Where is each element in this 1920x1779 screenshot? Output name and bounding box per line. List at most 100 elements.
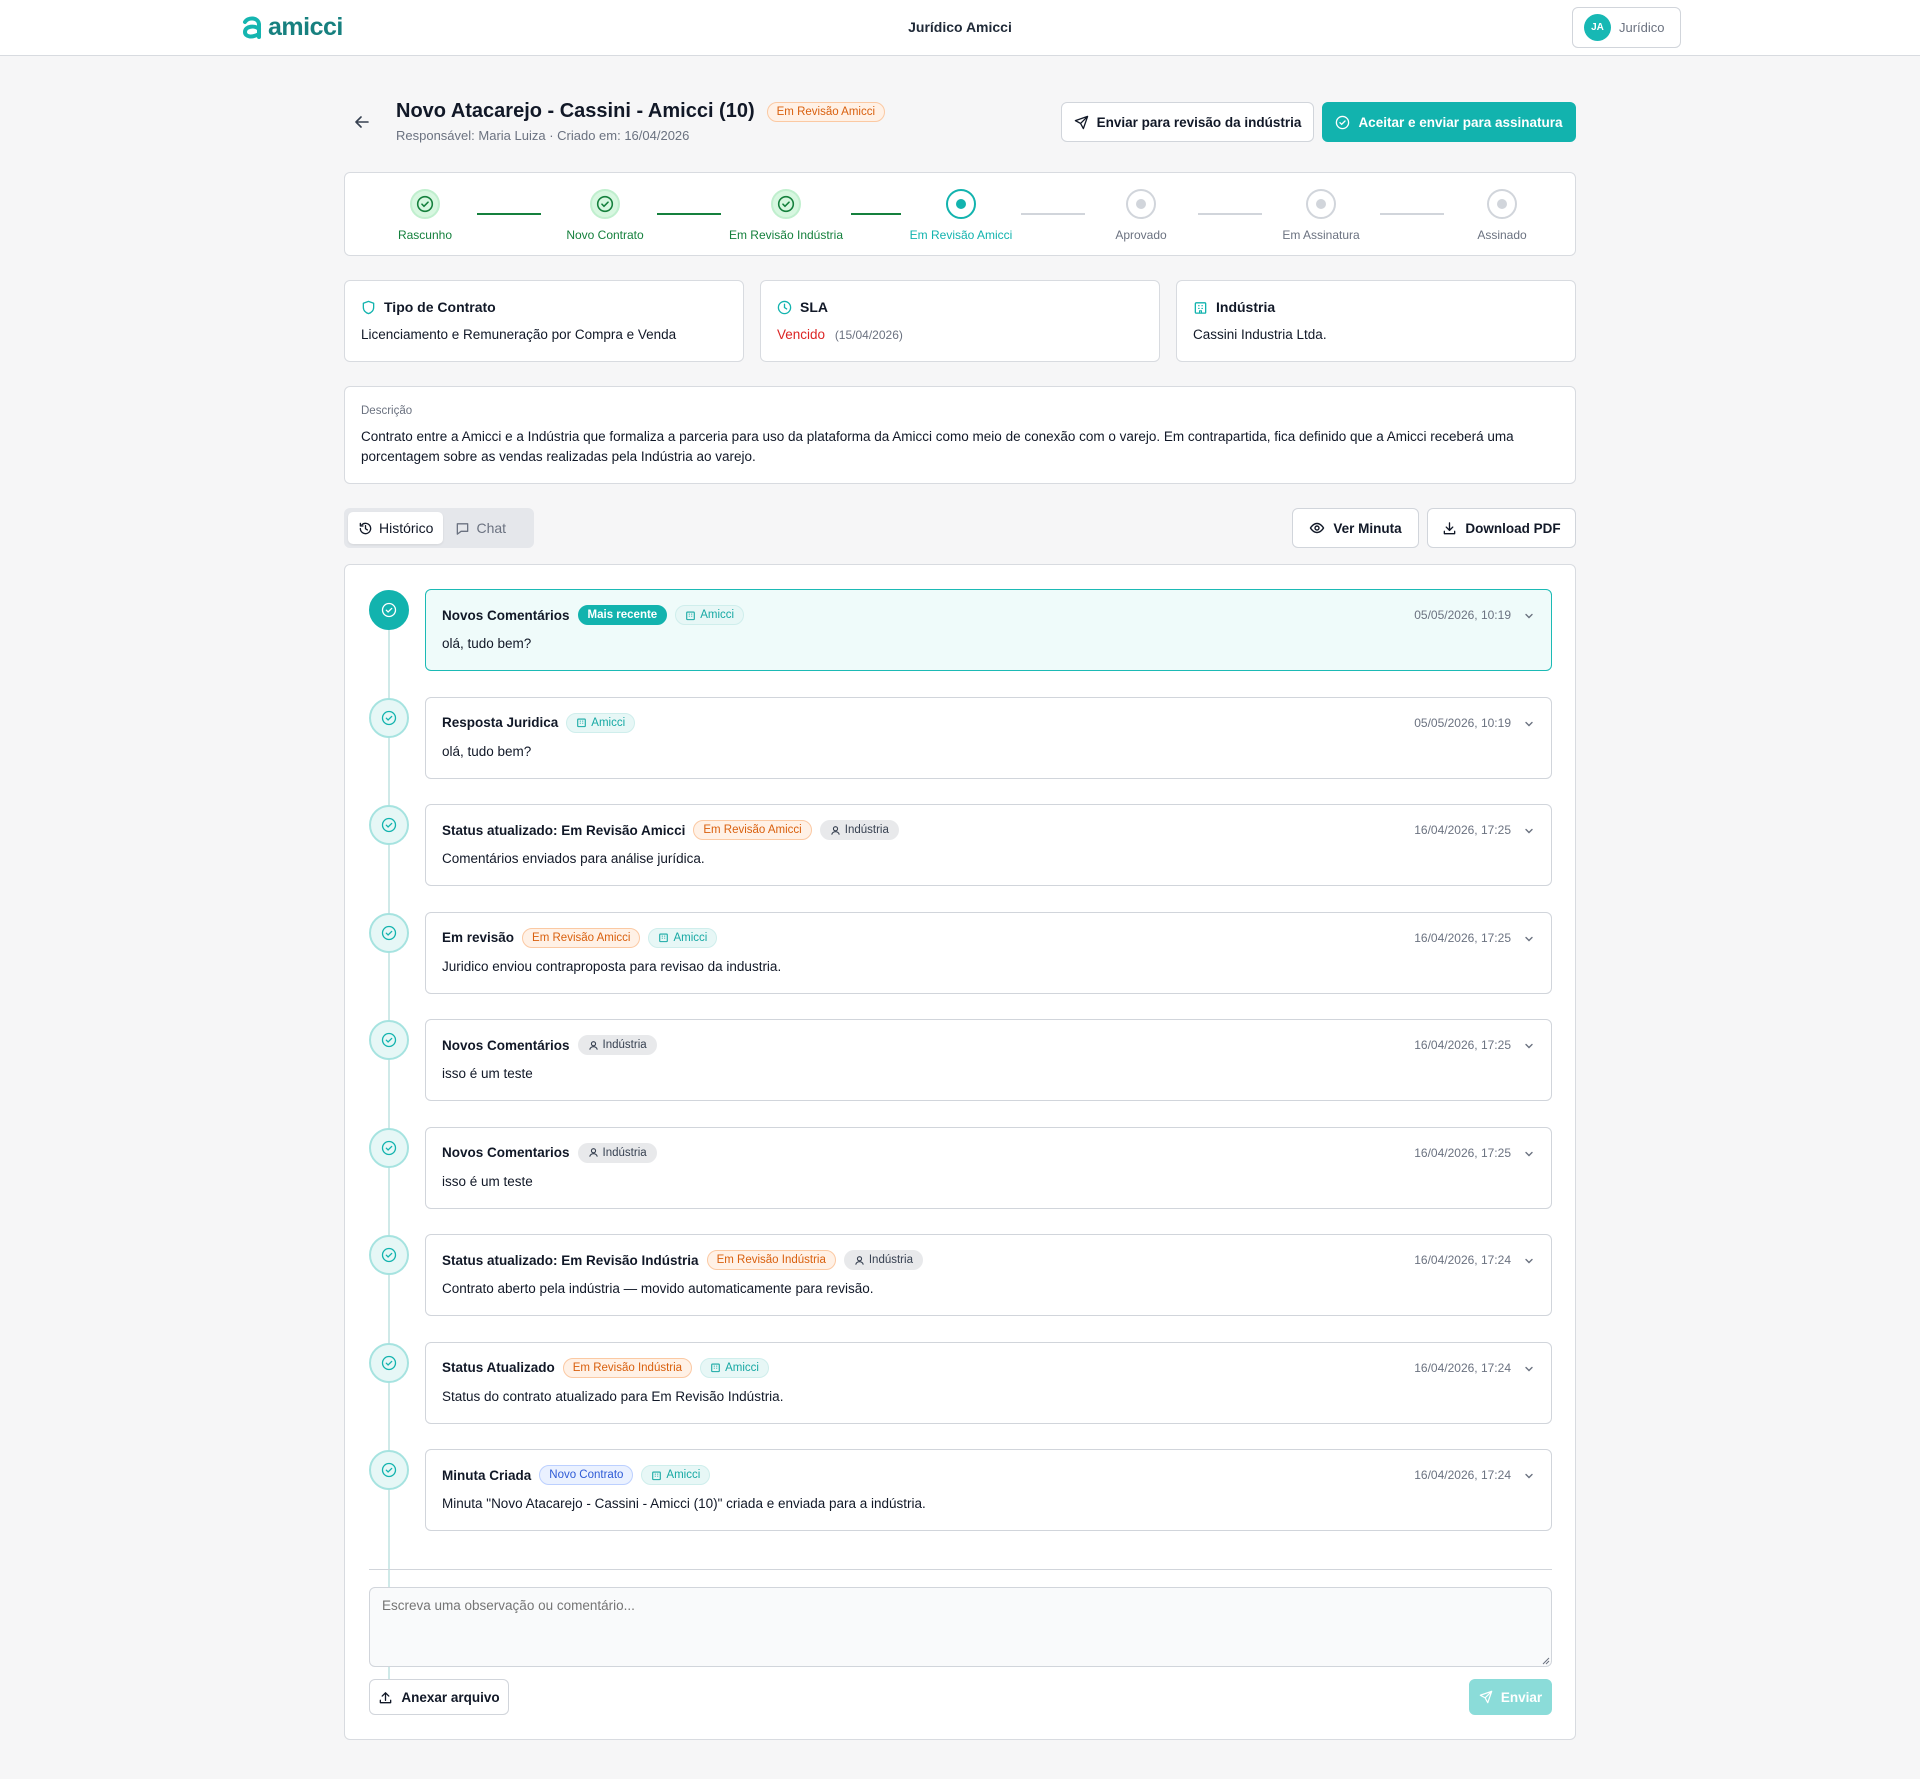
pending-step-dot-icon xyxy=(1306,189,1336,219)
sla-header: SLA xyxy=(777,299,828,315)
chevron-down-icon[interactable] xyxy=(1523,1148,1535,1160)
entry-header: Em revisão Em Revisão Amicci Amicci xyxy=(442,927,718,949)
history-entry[interactable]: Novos Comentários Mais recente Amicci 05/05… xyxy=(425,589,1552,671)
chevron-down-icon[interactable] xyxy=(1523,1255,1535,1267)
entry-badge: Indústria xyxy=(843,1250,923,1270)
resize-grip-icon[interactable] xyxy=(1542,1657,1567,1733)
status-stepper: Rascunho Novo Contrato Em Revisão Indúst… xyxy=(344,172,1576,256)
badge-text: Indústria xyxy=(844,824,889,836)
back-arrow-icon[interactable] xyxy=(354,114,370,130)
upload-icon xyxy=(380,1691,392,1703)
contract-header: Novo Atacarejo - Cassini - Amicci (10) E… xyxy=(344,96,1576,146)
accept-sign-button[interactable]: Aceitar e enviar para assinatura xyxy=(1322,102,1576,142)
download-pdf-label: Download PDF xyxy=(1465,520,1561,536)
history-entry[interactable]: Status atualizado: Em Revisão Amicci Em R… xyxy=(425,804,1552,886)
building-icon xyxy=(1194,301,1207,314)
entry-date: 05/05/2026, 10:19 xyxy=(1414,715,1511,730)
badge-text: Amicci xyxy=(725,1361,759,1374)
contract-title: Novo Atacarejo - Cassini - Amicci (10) xyxy=(396,100,755,122)
chevron-down-icon[interactable] xyxy=(1523,1470,1535,1482)
entry-date: 16/04/2026, 17:24 xyxy=(1414,1360,1511,1375)
building-icon xyxy=(576,717,587,728)
download-pdf-button[interactable]: Download PDF xyxy=(1427,508,1576,548)
history-panel: Novos Comentários Mais recente Amicci 05/05… xyxy=(344,564,1576,1740)
chevron-down-icon[interactable] xyxy=(1523,825,1535,837)
entry-title: Minuta Criada xyxy=(442,1467,532,1483)
tab-chat[interactable]: Chat xyxy=(445,512,516,544)
clock-icon xyxy=(777,300,792,314)
entry-badge: Novo Contrato xyxy=(539,1465,634,1485)
history-icon xyxy=(359,522,372,534)
entry-date: 05/05/2026, 10:19 xyxy=(1414,608,1511,622)
sla-label: SLA xyxy=(800,299,828,315)
user-role: Jurídico xyxy=(1619,20,1665,35)
entry-title: Status Atualizado xyxy=(442,1360,555,1375)
entry-message: olá, tudo bem? xyxy=(442,636,532,651)
step-label: Assinado xyxy=(1477,228,1527,242)
chevron-down-icon[interactable] xyxy=(1523,1040,1535,1052)
chevron-down-icon[interactable] xyxy=(1523,718,1535,730)
entry-header: Status atualizado: Em Revisão Indústria E… xyxy=(442,1249,923,1271)
view-draft-button[interactable]: Ver Minuta xyxy=(1292,508,1419,548)
check-circle-icon xyxy=(590,189,620,219)
step-label: Novo Contrato xyxy=(566,228,644,242)
contract-type-value: Licenciamento e Remuneração por Compra e… xyxy=(361,327,677,342)
step-label: Em Revisão Amicci xyxy=(909,228,1013,242)
history-entry[interactable]: Status Atualizado Em Revisão Indústria Ami… xyxy=(425,1341,1552,1424)
entry-badge: Em Revisão Amicci xyxy=(693,820,812,840)
tab-historico-label: Histórico xyxy=(379,520,434,536)
tab-historico[interactable]: Histórico xyxy=(348,512,444,544)
send-review-button[interactable]: Enviar para revisão da indústria xyxy=(1061,102,1314,142)
check-circle-icon xyxy=(771,189,801,219)
attach-file-label: Anexar arquivo xyxy=(401,1689,500,1705)
entry-date: 16/04/2026, 17:25 xyxy=(1414,1145,1511,1160)
badge-text: Novo Contrato xyxy=(549,1469,624,1481)
description-card: Descrição Contrato entre a Amicci e a In… xyxy=(344,386,1576,484)
attach-file-button[interactable]: Anexar arquivo xyxy=(369,1679,509,1715)
contract-type-header: Tipo de Contrato xyxy=(361,299,496,315)
chevron-down-icon[interactable] xyxy=(1523,1363,1535,1375)
entry-title: Status atualizado: Em Revisão Indústria xyxy=(442,1252,699,1268)
sla-date: (15/04/2026) xyxy=(834,328,903,342)
check-circle-icon xyxy=(369,590,409,630)
entry-badge: Em Revisão Indústria xyxy=(706,1250,836,1270)
contract-subtitle: Responsável: Maria Luiza · Criado em: 16… xyxy=(396,128,690,143)
step-aprovado: Aprovado xyxy=(1061,189,1221,242)
step-label: Em Assinatura xyxy=(1282,228,1360,242)
chevron-down-icon[interactable] xyxy=(1523,610,1535,622)
history-entry[interactable]: Novos Comentarios Indústria 16/04/2026, 17… xyxy=(425,1126,1552,1209)
industry-card: Indústria Cassini Industria Ltda. xyxy=(1176,280,1576,362)
step-label: Em Revisão Indústria xyxy=(728,228,844,242)
download-icon xyxy=(1444,521,1456,534)
entry-badge: Amicci xyxy=(648,927,718,948)
entry-date: 16/04/2026, 17:25 xyxy=(1414,823,1511,837)
entry-badge: Amicci xyxy=(566,712,636,733)
history-entry[interactable]: Resposta Juridica Amicci 05/05/2026, 10:19… xyxy=(425,696,1552,779)
history-entry[interactable]: Em revisão Em Revisão Amicci Amicci 16/04/2… xyxy=(425,911,1552,994)
send-comment-button[interactable]: Enviar xyxy=(1469,1679,1552,1715)
building-icon xyxy=(685,610,696,621)
entry-title: Novos Comentarios xyxy=(442,1145,570,1160)
step-label: Rascunho xyxy=(397,228,453,242)
user-menu[interactable]: JA Jurídico xyxy=(1572,7,1681,48)
user-icon xyxy=(830,825,841,836)
entry-badge: Amicci xyxy=(641,1465,711,1485)
user-icon xyxy=(588,1040,599,1051)
entry-message: Minuta "Novo Atacarejo - Cassini - Amicc… xyxy=(442,1496,926,1511)
entry-title: Status atualizado: Em Revisão Amicci xyxy=(442,822,686,838)
check-circle-icon xyxy=(1336,115,1350,129)
comment-input[interactable] xyxy=(369,1587,1552,1667)
step-revisao-industria: Em Revisão Indústria xyxy=(706,189,866,242)
history-entry[interactable]: Novos Comentários Indústria 16/04/2026, 17… xyxy=(425,1019,1552,1101)
chevron-down-icon[interactable] xyxy=(1523,933,1535,945)
sla-card: SLA Vencido (15/04/2026) xyxy=(760,280,1160,362)
entry-date: 16/04/2026, 17:24 xyxy=(1414,1253,1511,1267)
step-em-assinatura: Em Assinatura xyxy=(1241,189,1401,242)
entry-header: Novos Comentarios Indústria xyxy=(442,1142,657,1164)
history-entry[interactable]: Status atualizado: Em Revisão Indústria E… xyxy=(425,1234,1552,1316)
entry-header: Resposta Juridica Amicci xyxy=(442,712,636,734)
chat-icon xyxy=(457,522,469,535)
entry-title: Resposta Juridica xyxy=(442,715,559,730)
history-entry[interactable]: Minuta Criada Novo Contrato Amicci 16/04/20… xyxy=(425,1449,1552,1531)
entry-header: Status Atualizado Em Revisão Indústria Ami… xyxy=(442,1357,769,1379)
